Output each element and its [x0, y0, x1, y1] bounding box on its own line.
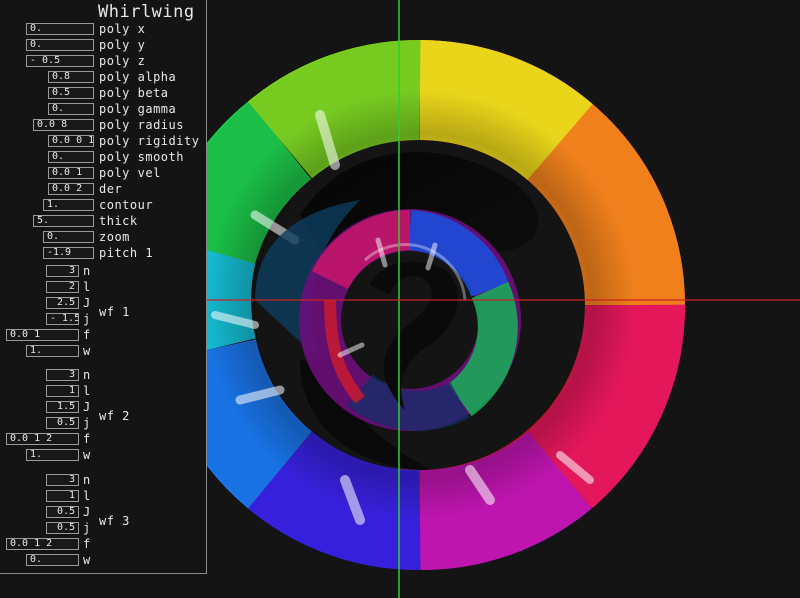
wf1-group-label: wf 1	[99, 305, 130, 319]
poly-radius-label: poly radius	[99, 118, 184, 132]
app-title: Whirlwing	[98, 2, 195, 22]
poly-z-field[interactable]: - 0.5	[26, 55, 94, 67]
zoom-label: zoom	[99, 230, 130, 244]
wf2-j-field[interactable]: 0.5	[46, 417, 79, 429]
poly-beta-field[interactable]: 0.5	[48, 87, 94, 99]
wf2-J-field[interactable]: 1.5	[46, 401, 79, 413]
poly-alpha-label: poly alpha	[99, 70, 177, 84]
wf3-n-label: n	[83, 473, 91, 487]
wf2-w-field[interactable]: 1.	[26, 449, 79, 461]
wf3-group-label: wf 3	[99, 514, 130, 528]
pitch-1-label: pitch 1	[99, 246, 154, 260]
poly-x-field[interactable]: 0.	[26, 23, 94, 35]
wf3-n-field[interactable]: 3	[46, 474, 79, 486]
wf1-n-field[interactable]: 3	[46, 265, 79, 277]
control-panel: Whirlwing 0. poly x 0. poly y - 0.5 poly…	[0, 0, 207, 574]
poly-gamma-field[interactable]: 0.	[48, 103, 94, 115]
wf2-l-field[interactable]: 1	[46, 385, 79, 397]
poly-vel-field[interactable]: 0.0 1	[48, 167, 94, 179]
wf2-w-label: w	[83, 448, 91, 462]
wf2-n-label: n	[83, 368, 91, 382]
poly-gamma-label: poly gamma	[99, 102, 177, 116]
der-label: der	[99, 182, 123, 196]
wf1-J-label: J	[83, 296, 91, 310]
pitch-1-field[interactable]: -1.9	[43, 247, 94, 259]
wf1-n-label: n	[83, 264, 91, 278]
poly-smooth-field[interactable]: 0.	[48, 151, 94, 163]
wf2-group-label: wf 2	[99, 409, 130, 423]
wf1-J-field[interactable]: 2.5	[46, 297, 79, 309]
poly-smooth-label: poly smooth	[99, 150, 184, 164]
poly-beta-label: poly beta	[99, 86, 169, 100]
wf3-J-field[interactable]: 0.5	[46, 506, 79, 518]
wf3-j-field[interactable]: 0.5	[46, 522, 79, 534]
poly-vel-label: poly vel	[99, 166, 161, 180]
wf2-J-label: J	[83, 400, 91, 414]
poly-x-label: poly x	[99, 22, 146, 36]
thick-label: thick	[99, 214, 138, 228]
render-viewport[interactable]	[207, 0, 800, 598]
zoom-field[interactable]: 0.	[43, 231, 94, 243]
wf2-f-field[interactable]: 0.0 1 2	[6, 433, 79, 445]
wf1-w-label: w	[83, 344, 91, 358]
wf1-j-field[interactable]: - 1.5	[46, 313, 79, 325]
wf1-f-label: f	[83, 328, 91, 342]
thick-field[interactable]: 5.	[33, 215, 94, 227]
wf3-j-label: j	[83, 521, 91, 535]
wf3-l-field[interactable]: 1	[46, 490, 79, 502]
wf2-l-label: l	[83, 384, 91, 398]
poly-radius-field[interactable]: 0.0 8	[33, 119, 94, 131]
wf2-j-label: j	[83, 416, 91, 430]
wf2-f-label: f	[83, 432, 91, 446]
wf1-w-field[interactable]: 1.	[26, 345, 79, 357]
der-field[interactable]: 0.0 2	[48, 183, 94, 195]
poly-y-field[interactable]: 0.	[26, 39, 94, 51]
wf1-f-field[interactable]: 0.0 1	[6, 329, 79, 341]
wf3-w-field[interactable]: 0.	[26, 554, 79, 566]
wf2-n-field[interactable]: 3	[46, 369, 79, 381]
wf3-f-label: f	[83, 537, 91, 551]
wf1-l-label: l	[83, 280, 91, 294]
poly-z-label: poly z	[99, 54, 146, 68]
contour-field[interactable]: 1.	[43, 199, 94, 211]
wf3-J-label: J	[83, 505, 91, 519]
wf1-l-field[interactable]: 2	[46, 281, 79, 293]
contour-label: contour	[99, 198, 154, 212]
wf3-l-label: l	[83, 489, 91, 503]
wf1-j-label: j	[83, 312, 91, 326]
poly-alpha-field[interactable]: 0.8	[48, 71, 94, 83]
wf3-w-label: w	[83, 553, 91, 567]
poly-y-label: poly y	[99, 38, 146, 52]
poly-rigidity-field[interactable]: 0.0 0 1	[48, 135, 94, 147]
poly-rigidity-label: poly rigidity	[99, 134, 200, 148]
wf3-f-field[interactable]: 0.0 1 2	[6, 538, 79, 550]
